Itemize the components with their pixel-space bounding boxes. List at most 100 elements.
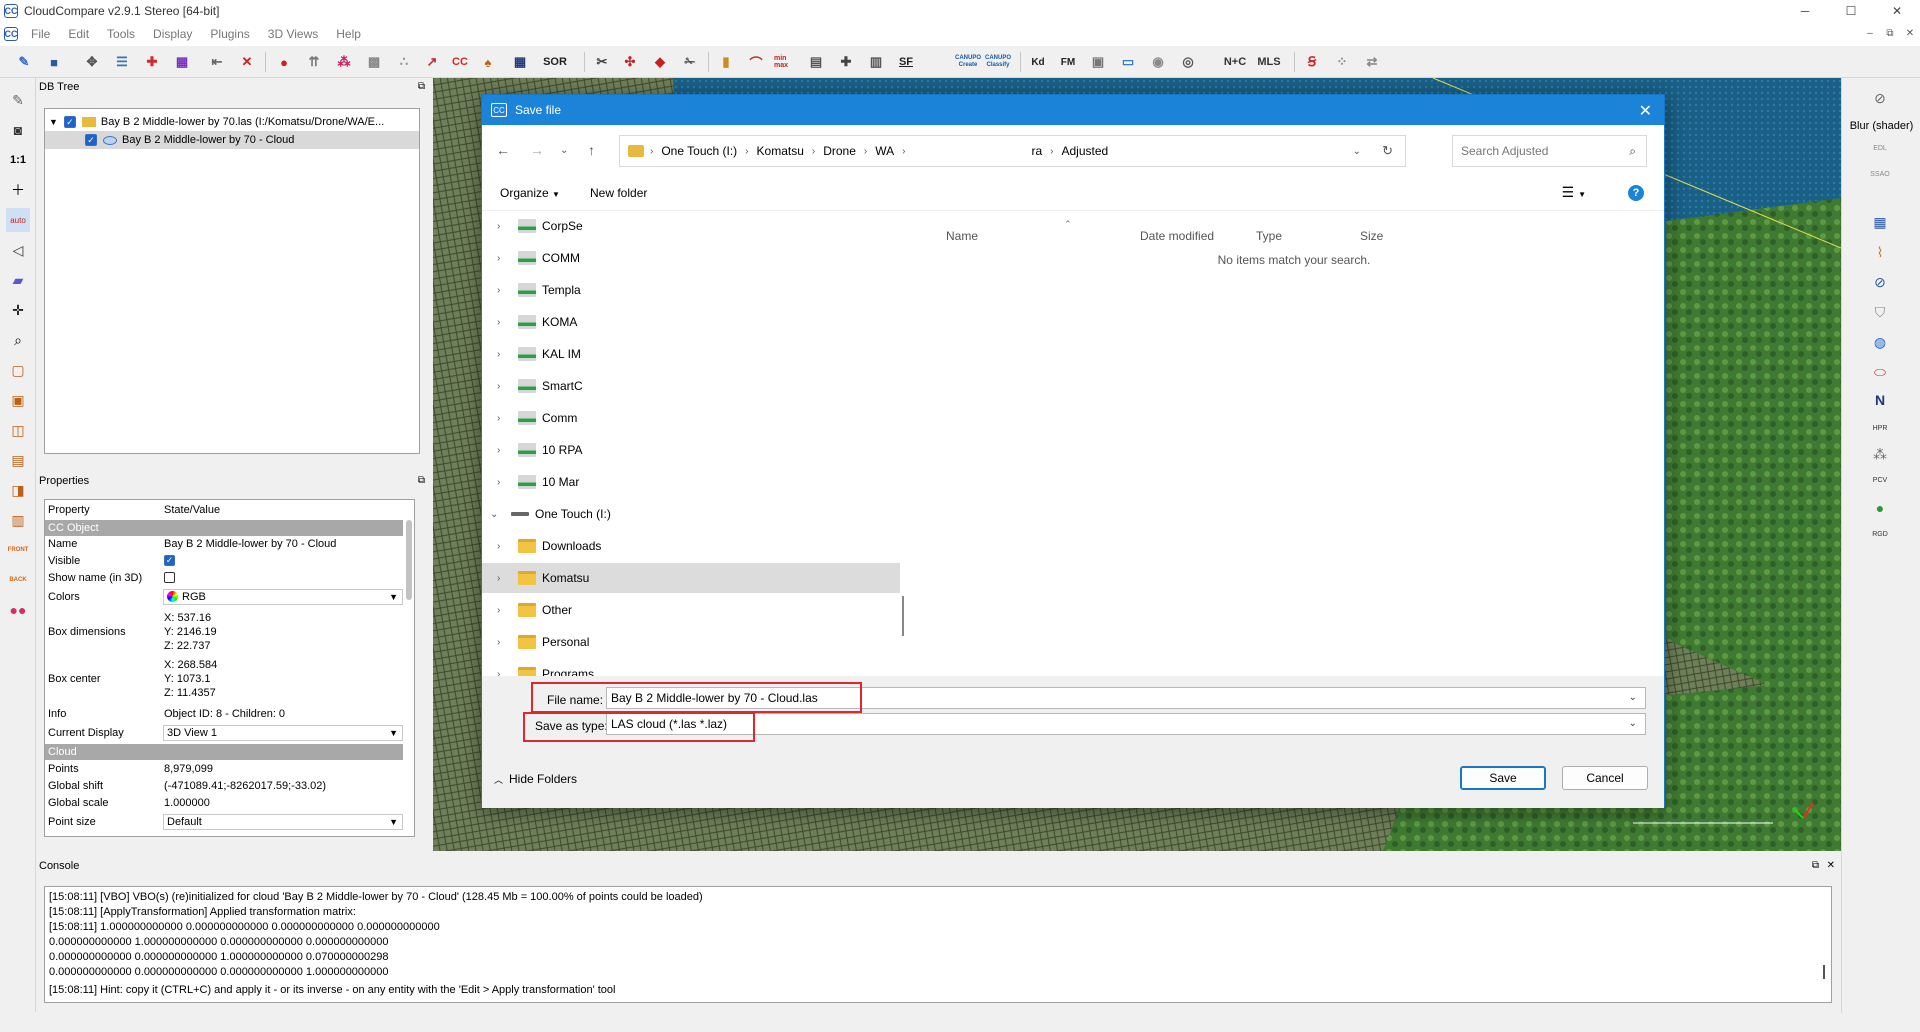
navigation-pane[interactable]: › CorpSe › COMM › Templa › KOMA › KAL IM › Sma… xyxy=(482,211,905,676)
pencil-tool-icon[interactable]: ✎ xyxy=(6,88,30,112)
grid-icon[interactable]: ▦ xyxy=(508,50,532,74)
checkbox-checked-icon[interactable]: ✓ xyxy=(85,134,97,146)
expand-chevron-icon[interactable]: › xyxy=(497,413,511,424)
nav-pane-scrollbar[interactable] xyxy=(902,596,904,636)
globe-icon[interactable]: ◎ xyxy=(1176,50,1200,74)
nav-item[interactable]: › 10 RPA xyxy=(482,435,900,465)
save-button[interactable]: Save xyxy=(1460,766,1546,790)
back-view-icon[interactable]: ▤ xyxy=(6,448,30,472)
float-panel-icon[interactable]: ⧉ xyxy=(418,78,425,96)
nav-item-drive[interactable]: ⌄ One Touch (I:) xyxy=(482,499,900,529)
refresh-icon[interactable]: ↻ xyxy=(1382,143,1393,159)
shield-icon[interactable]: ⛉ xyxy=(1867,300,1893,324)
expand-chevron-icon[interactable]: › xyxy=(497,253,511,264)
console-scrollbar[interactable] xyxy=(1823,965,1825,979)
pencil-icon[interactable]: ✂ xyxy=(590,50,614,74)
sf-arithmetic-button[interactable]: SF xyxy=(894,50,918,74)
db-tree-view[interactable]: ▼ ✓ Bay B 2 Middle-lower by 70.las (I:/K… xyxy=(44,108,420,454)
octree-icon[interactable]: ⁂ xyxy=(332,50,356,74)
close-console-icon[interactable]: ✕ xyxy=(1827,856,1835,876)
ssao-shader-button[interactable]: SSAO xyxy=(1867,162,1893,186)
mesh-icon[interactable]: ▩ xyxy=(362,50,386,74)
expand-chevron-icon[interactable]: › xyxy=(497,573,511,584)
expand-chevron-icon[interactable]: › xyxy=(497,221,511,232)
address-bar[interactable]: › One Touch (I:) › Komatsu › Drone › WA … xyxy=(619,135,1406,167)
properties-scrollbar[interactable] xyxy=(406,520,412,600)
back-arrow-icon[interactable]: ← xyxy=(496,142,510,158)
breadcrumb-item[interactable]: Komatsu xyxy=(757,144,804,158)
visible-checkbox[interactable]: ✓ xyxy=(164,555,175,566)
column-name[interactable]: Name xyxy=(946,229,978,243)
dialog-close-button[interactable]: ✕ xyxy=(1639,101,1652,121)
scatter-icon[interactable]: ∴ xyxy=(392,50,416,74)
back-iso-button[interactable]: BACK xyxy=(6,568,30,592)
menu-plugins[interactable]: Plugins xyxy=(201,27,258,41)
pan-tool-icon[interactable]: ✛ xyxy=(6,298,30,322)
minimize-button[interactable]: ─ xyxy=(1782,0,1828,21)
chevron-down-icon[interactable]: ⌄ xyxy=(1629,714,1637,734)
expand-chevron-icon[interactable]: › xyxy=(497,445,511,456)
facets-button[interactable]: FM xyxy=(1056,50,1080,74)
brush-icon[interactable]: ⌇ xyxy=(1867,240,1893,264)
stereo-icon[interactable]: ●● xyxy=(6,598,30,622)
rotate-tool-icon[interactable]: ◁ xyxy=(6,238,30,262)
expand-chevron-icon[interactable]: › xyxy=(497,477,511,488)
transform-icon[interactable]: ✣ xyxy=(618,50,642,74)
list-icon[interactable]: ☰ xyxy=(110,50,134,74)
cross-section-icon[interactable]: ✁ xyxy=(678,50,702,74)
puzzle-icon[interactable]: ⁂ xyxy=(1867,442,1893,466)
nav-item-selected[interactable]: › Komatsu xyxy=(482,563,900,593)
sf-bottle-icon[interactable]: ♠ xyxy=(476,50,500,74)
delete-icon[interactable]: ✕ xyxy=(235,50,259,74)
open-icon[interactable]: ✎ xyxy=(12,50,36,74)
nav-item[interactable]: › Templa xyxy=(482,275,900,305)
show-name-checkbox[interactable] xyxy=(164,572,175,583)
expand-chevron-icon[interactable]: › xyxy=(497,541,511,552)
s-curve-icon[interactable]: Ꞩ xyxy=(1300,50,1324,74)
compass-icon[interactable]: ⊘ xyxy=(1867,270,1893,294)
nav-item[interactable]: › Personal xyxy=(482,627,900,657)
add-sf-icon[interactable]: ✚ xyxy=(834,50,858,74)
nav-item[interactable]: › CorpSe xyxy=(482,211,900,241)
edl-shader-button[interactable]: EDL xyxy=(1867,136,1893,160)
nav-item[interactable]: › KOMA xyxy=(482,307,900,337)
normals-icon[interactable]: ⇈ xyxy=(302,50,326,74)
tree-item-file[interactable]: ▼ ✓ Bay B 2 Middle-lower by 70.las (I:/K… xyxy=(49,113,384,131)
current-display-dropdown[interactable]: 3D View 1 ▼ xyxy=(163,725,403,741)
mdi-restore-button[interactable]: ⧉ xyxy=(1880,21,1900,46)
camera-icon[interactable]: ▣ xyxy=(1086,50,1110,74)
nav-item[interactable]: › 10 Mar xyxy=(482,467,900,497)
mdi-close-button[interactable]: ✕ xyxy=(1900,21,1920,46)
expand-chevron-icon[interactable]: › xyxy=(497,381,511,392)
cancel-button[interactable]: Cancel xyxy=(1562,766,1648,790)
nav-item[interactable]: › Comm xyxy=(482,403,900,433)
checkbox-checked-icon[interactable]: ✓ xyxy=(63,116,76,128)
up-arrow-icon[interactable]: ↑ xyxy=(588,142,595,158)
nav-item[interactable]: › Downloads xyxy=(482,531,900,561)
console-log[interactable]: [15:08:11] [VBO] VBO(s) (re)initialized … xyxy=(44,886,1832,1003)
nav-item[interactable]: › COMM xyxy=(482,243,900,273)
breadcrumb-item[interactable]: ra xyxy=(1031,144,1042,158)
mdi-minimize-button[interactable]: – xyxy=(1860,21,1880,46)
nav-item[interactable]: › KAL IM xyxy=(482,339,900,369)
column-size[interactable]: Size xyxy=(1360,229,1383,243)
clone-icon[interactable]: ✥ xyxy=(80,50,104,74)
left-view-icon[interactable]: ◫ xyxy=(6,418,30,442)
sf-icon[interactable]: ◍ xyxy=(1867,330,1893,354)
menu-edit[interactable]: Edit xyxy=(59,27,98,41)
recent-chevron-icon[interactable]: ⌄ xyxy=(560,145,568,156)
plane-icon[interactable]: ◆ xyxy=(648,50,672,74)
forward-arrow-icon[interactable]: → xyxy=(530,142,544,158)
maximize-button[interactable]: ☐ xyxy=(1828,0,1874,21)
view-options-icon[interactable]: ☰ ▼ xyxy=(1562,184,1586,201)
close-window-button[interactable]: ✕ xyxy=(1874,0,1920,21)
blur-shader-icon[interactable]: ⊘ xyxy=(1867,86,1893,110)
histogram-icon[interactable]: ▮ xyxy=(714,50,738,74)
breadcrumb-item[interactable]: Adjusted xyxy=(1062,144,1109,158)
mls-button[interactable]: MLS xyxy=(1254,50,1284,74)
zoom-one-to-one-button[interactable]: 1:1 xyxy=(6,148,30,172)
column-type[interactable]: Type xyxy=(1256,229,1282,243)
merge-icon[interactable]: ✚ xyxy=(140,50,164,74)
prop-name-value[interactable]: Bay B 2 Middle-lower by 70 - Cloud xyxy=(161,538,403,550)
canupo-create-button[interactable]: CANUPO Create xyxy=(954,50,982,74)
